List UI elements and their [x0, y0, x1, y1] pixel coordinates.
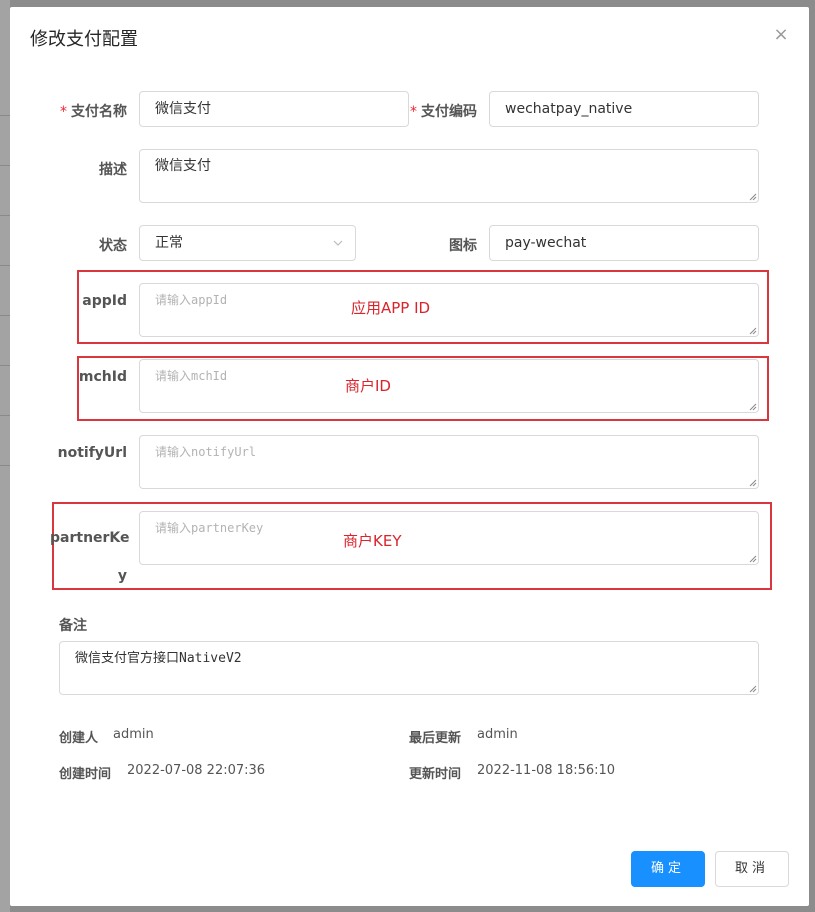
description-label: 描述: [99, 162, 127, 178]
icon-value: pay-wechat: [505, 235, 587, 251]
pay-code-input[interactable]: wechatpay_native: [489, 91, 759, 127]
required-mark: *: [410, 104, 417, 120]
pay-code-label: * 支付编码: [400, 101, 477, 121]
description-textarea[interactable]: 微信支付: [139, 149, 759, 203]
backdrop-row-line: [0, 465, 10, 466]
confirm-button[interactable]: 确定: [631, 851, 705, 887]
notify-url-label: notifyUrl: [57, 445, 127, 461]
partner-key-textarea[interactable]: 请输入partnerKey: [139, 511, 759, 565]
backdrop-row-line: [0, 265, 10, 266]
remark-value: 微信支付官方接口NativeV2: [75, 651, 242, 666]
dialog-title: 修改支付配置: [30, 29, 138, 50]
partner-key-label: partnerKe y: [50, 519, 130, 595]
backdrop-row-line: [0, 215, 10, 216]
resize-handle-icon[interactable]: [749, 403, 757, 411]
resize-handle-icon[interactable]: [749, 685, 757, 693]
resize-handle-icon[interactable]: [749, 479, 757, 487]
partner-key-placeholder: 请输入partnerKey: [155, 521, 264, 535]
backdrop-row-line: [0, 415, 10, 416]
remark-textarea[interactable]: 微信支付官方接口NativeV2: [59, 641, 759, 695]
mch-id-label: mchId: [78, 369, 127, 385]
app-id-textarea[interactable]: 请输入appId: [139, 283, 759, 337]
creator-label: 创建人: [59, 731, 99, 746]
resize-handle-icon[interactable]: [749, 327, 757, 335]
backdrop-row-line: [0, 365, 10, 366]
pay-name-value: 微信支付: [155, 101, 211, 117]
updated-time-label: 更新时间: [409, 767, 462, 782]
created-time-label: 创建时间: [59, 767, 112, 782]
app-id-placeholder: 请输入appId: [155, 293, 228, 307]
backdrop-table-edge: [0, 0, 10, 912]
status-select[interactable]: 正常: [139, 225, 356, 261]
annotation-partner-key: 商户KEY: [343, 532, 402, 550]
resize-handle-icon[interactable]: [749, 193, 757, 201]
updated-time-value: 2022-11-08 18:56:10: [477, 763, 616, 778]
backdrop-row-line: [0, 315, 10, 316]
status-label: 状态: [99, 238, 127, 254]
app-id-label: appId: [82, 293, 127, 309]
description-value: 微信支付: [155, 158, 211, 174]
updater-label: 最后更新: [409, 731, 462, 746]
chevron-down-icon: [333, 240, 343, 246]
annotation-mch-id: 商户ID: [345, 377, 391, 395]
notify-url-placeholder: 请输入notifyUrl: [155, 445, 257, 459]
notify-url-textarea[interactable]: 请输入notifyUrl: [139, 435, 759, 489]
remark-label: 备注: [59, 618, 87, 634]
icon-input[interactable]: pay-wechat: [489, 225, 759, 261]
annotation-app-id: 应用APP ID: [351, 299, 431, 317]
pay-name-input[interactable]: 微信支付: [139, 91, 409, 127]
creator-value: admin: [113, 727, 154, 742]
edit-payment-config-dialog: 修改支付配置 × * 支付名称 微信支付 * 支付编码 wechatpay_nati…: [10, 7, 809, 906]
status-value: 正常: [155, 235, 183, 251]
mch-id-placeholder: 请输入mchId: [155, 369, 228, 383]
required-mark: *: [60, 104, 67, 120]
pay-code-value: wechatpay_native: [505, 101, 633, 117]
backdrop-row-line: [0, 115, 10, 116]
pay-name-label-text: 支付名称: [71, 104, 127, 120]
icon-label: 图标: [449, 238, 477, 254]
pay-code-label-text: 支付编码: [421, 104, 477, 120]
pay-name-label: * 支付名称: [50, 101, 127, 121]
partner-key-label-line2: y: [117, 568, 127, 584]
mch-id-textarea[interactable]: 请输入mchId: [139, 359, 759, 413]
backdrop-row-line: [0, 165, 10, 166]
resize-handle-icon[interactable]: [749, 555, 757, 563]
created-time-value: 2022-07-08 22:07:36: [127, 763, 266, 778]
cancel-button[interactable]: 取消: [715, 851, 789, 887]
partner-key-label-line1: partnerKe: [50, 530, 130, 546]
close-icon[interactable]: ×: [773, 26, 789, 44]
updater-value: admin: [477, 727, 518, 742]
